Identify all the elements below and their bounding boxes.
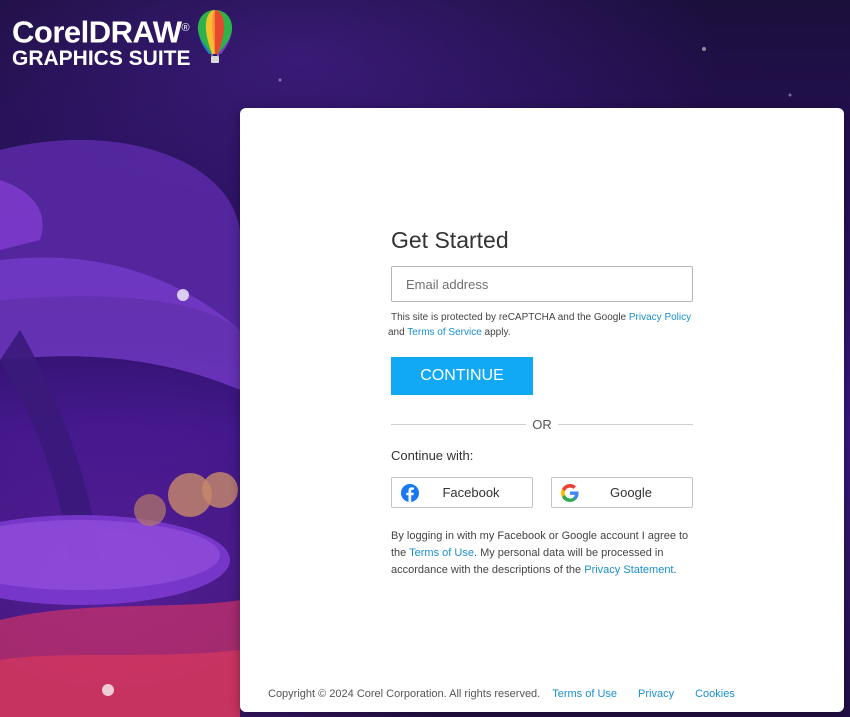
continue-button[interactable]: CONTINUE <box>391 357 533 395</box>
coreldraw-logo: CorelDRAW® GRAPHICS SUITE <box>12 10 235 71</box>
facebook-icon <box>401 484 419 502</box>
privacy-policy-link[interactable]: Privacy Policy <box>629 312 691 323</box>
continue-with-label: Continue with: <box>391 448 474 463</box>
balloon-logo-icon <box>195 8 235 71</box>
consent-notice: By logging in with my Facebook or Google… <box>391 528 693 579</box>
google-login-button[interactable]: Google <box>551 477 693 508</box>
signin-card: Get Started This site is protected by re… <box>240 108 844 712</box>
social-login-row: Facebook Google <box>391 477 693 508</box>
terms-of-use-link[interactable]: Terms of Use <box>409 547 474 559</box>
footer-privacy-link[interactable]: Privacy <box>638 688 674 700</box>
email-field[interactable] <box>391 266 693 302</box>
copyright-text: Copyright © 2024 Corel Corporation. All … <box>268 688 541 700</box>
consent-text-suffix: . <box>673 564 677 576</box>
signin-form: Get Started This site is protected by re… <box>388 224 693 579</box>
recaptcha-text-and: and <box>388 327 408 338</box>
terms-of-service-link[interactable]: Terms of Service <box>407 327 481 338</box>
or-divider: OR <box>391 417 693 432</box>
recaptcha-notice: This site is protected by reCAPTCHA and … <box>388 310 693 340</box>
footer-terms-of-use-link[interactable]: Terms of Use <box>552 688 617 700</box>
logo-line-1: CorelDRAW® <box>12 14 190 50</box>
page-title: Get Started <box>391 227 509 253</box>
logo-wordmark: CorelDRAW® GRAPHICS SUITE <box>12 12 191 70</box>
logo-line-2: GRAPHICS SUITE <box>12 47 191 71</box>
divider-line-right <box>557 424 693 425</box>
facebook-login-button[interactable]: Facebook <box>391 477 533 508</box>
or-label: OR <box>532 417 552 432</box>
logo-registered-mark: ® <box>181 22 190 34</box>
footer-cookies-link[interactable]: Cookies <box>695 688 735 700</box>
google-icon <box>561 484 579 502</box>
divider-line-left <box>391 424 527 425</box>
privacy-statement-link[interactable]: Privacy Statement <box>584 564 673 576</box>
recaptcha-text-suffix: apply. <box>481 327 511 338</box>
recaptcha-text-prefix: This site is protected by reCAPTCHA and … <box>391 312 629 323</box>
footer: Copyright © 2024 Corel Corporation. All … <box>268 688 756 700</box>
